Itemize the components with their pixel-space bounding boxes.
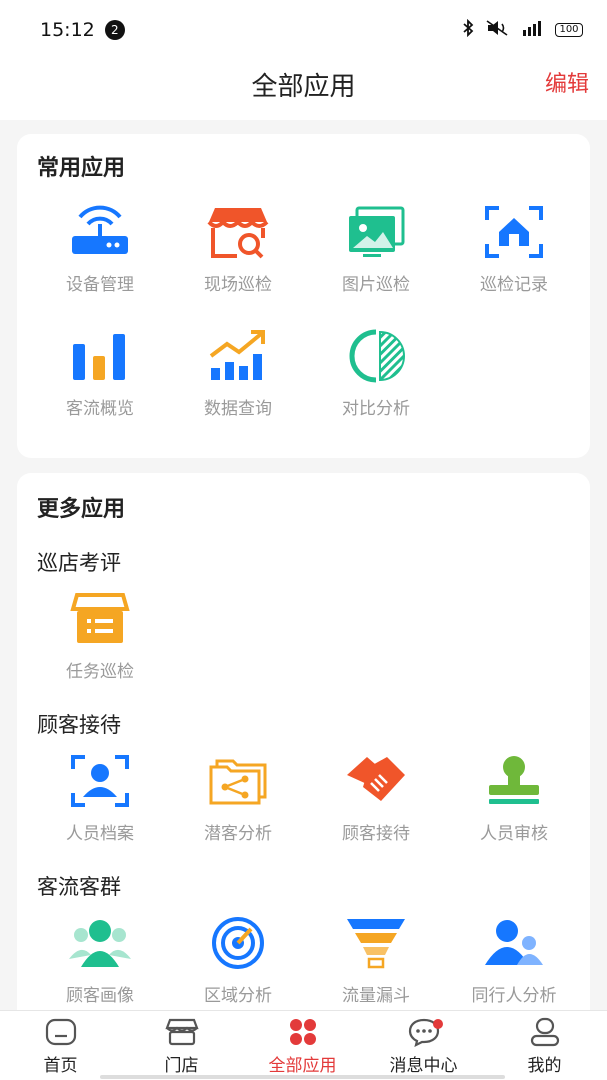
app-traffic-funnel[interactable]: 流量漏斗 [306, 915, 446, 1006]
trend-chart-icon [168, 328, 308, 384]
page-title: 全部应用 [251, 72, 356, 102]
app-task-inspection[interactable]: 任务巡检 [30, 591, 170, 682]
status-time: 15:12 [40, 19, 95, 41]
app-traffic-overview[interactable]: 客流概览 [30, 328, 170, 419]
nav-label: 我的 [527, 1056, 562, 1076]
nav-item-store[interactable]: 门店 [121, 1017, 242, 1076]
radar-icon [168, 915, 308, 971]
app-label: 顾客画像 [66, 986, 134, 1006]
user-group-icon [30, 915, 170, 971]
nav-label: 全部应用 [268, 1056, 337, 1076]
group-title-store-evaluation: 巡店考评 [37, 551, 121, 575]
app-customer-reception[interactable]: 顾客接待 [306, 753, 446, 844]
common-apps-card: 常用应用 设备管理 现场巡检 图片巡检 巡检记录 客流概览 数据查询 对比分析 [17, 134, 590, 458]
nav-label: 门店 [164, 1056, 199, 1076]
mute-icon [485, 19, 511, 41]
common-apps-title: 常用应用 [37, 156, 126, 181]
router-icon [30, 204, 170, 260]
app-onsite-inspection[interactable]: 现场巡检 [168, 204, 308, 295]
apps-icon [242, 1017, 363, 1047]
app-data-query[interactable]: 数据查询 [168, 328, 308, 419]
handshake-icon [306, 753, 446, 809]
stamp-icon [444, 753, 584, 809]
app-area-analysis[interactable]: 区域分析 [168, 915, 308, 1006]
more-apps-title: 更多应用 [37, 497, 126, 522]
bottom-nav: 首页 门店 全部应用 消息中心 我的 [0, 1010, 607, 1080]
app-label: 任务巡检 [66, 662, 134, 682]
face-scan-icon [30, 753, 170, 809]
app-label: 巡检记录 [480, 275, 548, 295]
app-potential-customer-analysis[interactable]: 潜客分析 [168, 753, 308, 844]
task-box-icon [30, 591, 170, 647]
app-label: 现场巡检 [204, 275, 272, 295]
home-indicator [100, 1075, 505, 1079]
home-icon [0, 1017, 121, 1047]
app-personnel-archive[interactable]: 人员档案 [30, 753, 170, 844]
nav-item-profile[interactable]: 我的 [484, 1017, 605, 1076]
app-label: 流量漏斗 [342, 986, 410, 1006]
nav-label: 首页 [43, 1056, 78, 1076]
app-label: 客流概览 [66, 399, 134, 419]
app-customer-profile[interactable]: 顾客画像 [30, 915, 170, 1006]
nav-item-home[interactable]: 首页 [0, 1017, 121, 1076]
compare-circle-icon [306, 328, 446, 384]
store-icon [121, 1017, 242, 1047]
scan-home-icon [444, 204, 584, 260]
app-companion-analysis[interactable]: 同行人分析 [444, 915, 584, 1006]
signal-icon [521, 20, 545, 40]
app-label: 设备管理 [66, 275, 134, 295]
app-label: 人员审核 [480, 824, 548, 844]
app-personnel-review[interactable]: 人员审核 [444, 753, 584, 844]
bar-chart-icon [30, 328, 170, 384]
app-label: 顾客接待 [342, 824, 410, 844]
app-inspection-records[interactable]: 巡检记录 [444, 204, 584, 295]
companion-icon [444, 915, 584, 971]
app-image-inspection[interactable]: 图片巡检 [306, 204, 446, 295]
image-gallery-icon [306, 204, 446, 260]
unread-dot [433, 1019, 443, 1029]
app-label: 区域分析 [204, 986, 272, 1006]
message-icon [363, 1017, 484, 1047]
funnel-icon [306, 915, 446, 971]
group-title-traffic-groups: 客流客群 [37, 875, 121, 899]
edit-button[interactable]: 编辑 [545, 66, 589, 98]
group-title-customer-reception: 顾客接待 [37, 713, 121, 737]
status-icons: 100 [461, 18, 583, 41]
app-compare-analysis[interactable]: 对比分析 [306, 328, 446, 419]
notification-count-badge: 2 [104, 20, 125, 40]
nav-label: 消息中心 [389, 1056, 458, 1076]
app-label: 数据查询 [204, 399, 272, 419]
bluetooth-icon [461, 18, 475, 41]
folder-share-icon [168, 753, 308, 809]
nav-item-messages[interactable]: 消息中心 [363, 1017, 484, 1076]
more-apps-card: 更多应用 巡店考评 任务巡检 顾客接待 人员档案 潜客分析 顾客接待 人员审核 … [17, 473, 590, 1033]
battery-icon: 100 [555, 23, 583, 37]
app-label: 对比分析 [342, 399, 410, 419]
app-device-management[interactable]: 设备管理 [30, 204, 170, 295]
header: 全部应用 编辑 [0, 60, 607, 120]
app-label: 潜客分析 [204, 824, 272, 844]
app-label: 图片巡检 [342, 275, 410, 295]
profile-icon [484, 1017, 605, 1047]
app-label: 人员档案 [66, 824, 134, 844]
store-search-icon [168, 204, 308, 260]
app-label: 同行人分析 [471, 986, 557, 1006]
status-bar: 15:12 2 100 [0, 0, 607, 60]
nav-item-all-apps[interactable]: 全部应用 [242, 1017, 363, 1076]
